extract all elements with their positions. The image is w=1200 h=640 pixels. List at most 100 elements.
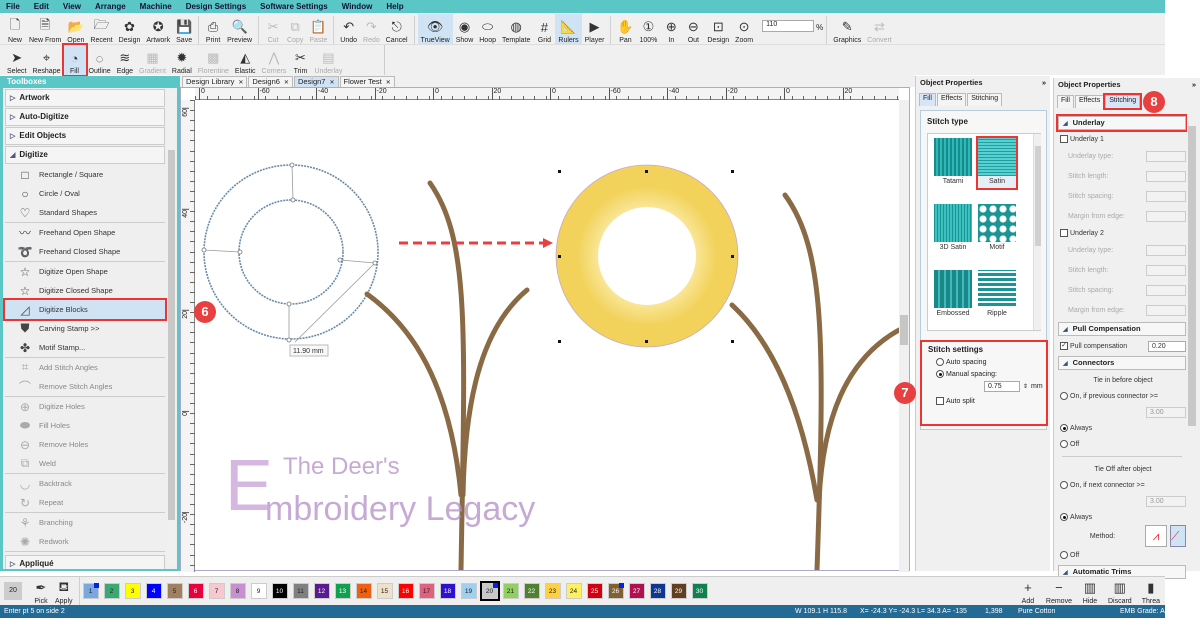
stitch-type-ripple[interactable]: Ripple [978, 270, 1016, 320]
elastic-button[interactable]: ◭ Elastic [232, 45, 259, 75]
underlay1-margin-from-edge-field[interactable] [1146, 210, 1186, 222]
doc-tab-design-library[interactable]: Design Library ✕ [182, 76, 248, 87]
tool-repeat[interactable]: ↻ Repeat [5, 493, 165, 512]
out-button[interactable]: ⊖ Out [682, 14, 704, 44]
radio-button[interactable] [1060, 513, 1068, 521]
select-button[interactable]: ➤ Select [4, 45, 29, 75]
tool-digitize-blocks[interactable]: ◿ Digitize Blocks [3, 298, 167, 321]
underlay2-underlay-type-field[interactable] [1146, 244, 1186, 256]
remove-thread-button[interactable]: − Remove [1041, 578, 1077, 605]
radio-button[interactable] [1060, 440, 1068, 448]
hoop-button[interactable]: ⬭ Hoop [476, 14, 499, 44]
close-icon[interactable]: ✕ [238, 80, 243, 86]
toolbox-section-edit-objects[interactable]: ▷ Edit Objects [5, 127, 165, 145]
toolboxes-scrollbar[interactable] [167, 90, 176, 566]
preview-button[interactable]: 🔍 Preview [224, 14, 255, 44]
zoom-level-select[interactable]: 110 [762, 20, 815, 32]
thread-color-14[interactable]: 14 [355, 583, 372, 599]
grid-button[interactable]: # Grid [533, 14, 555, 45]
thread-color-28[interactable]: 28 [649, 583, 666, 599]
thread-color-5[interactable]: 5 [166, 583, 183, 599]
tie-in-on-if-label-option[interactable]: On, if previous connector >= [1058, 388, 1186, 404]
recent-button[interactable]: 🗁 Recent [87, 14, 115, 44]
template-button[interactable]: ◍ Template [499, 14, 533, 44]
gallery-scrollbar[interactable] [1033, 134, 1041, 330]
cut-button[interactable]: ✂ Cut [262, 14, 284, 44]
rulers-button[interactable]: 📐 Rulers [555, 14, 582, 44]
thread-color-4[interactable]: 4 [145, 583, 162, 599]
collapse-chevron-icon[interactable]: » [1192, 78, 1196, 91]
thread-color-26[interactable]: 26 [607, 583, 624, 599]
tab-stitching[interactable]: Stitching [1103, 93, 1143, 110]
tie-off-value-input[interactable]: 3.00 [1146, 495, 1186, 507]
pan-button[interactable]: ✋ Pan [614, 14, 636, 44]
thread-color-9[interactable]: 9 [250, 583, 267, 599]
tool-digitize-holes[interactable]: ⊕ Digitize Holes [5, 397, 165, 416]
tie-in-value-input[interactable]: 3.00 [1146, 406, 1186, 418]
current-thread-swatch[interactable]: 20 [4, 582, 22, 600]
tool-remove-stitch-angles[interactable]: ⌒ Remove Stitch Angles [5, 377, 165, 396]
menu-arrange[interactable]: Arrange [95, 2, 126, 11]
tool-add-stitch-angles[interactable]: ⌗ Add Stitch Angles [5, 358, 165, 377]
underlay1-stitch-length-field[interactable] [1146, 170, 1186, 182]
tool-circle-oval[interactable]: ○ Circle / Oval [5, 184, 165, 203]
tie-off-method-zigzag-icon[interactable]: ⩘ [1145, 525, 1167, 547]
auto-split-checkbox[interactable]: Auto split [922, 392, 1046, 405]
thread-color-16[interactable]: 16 [397, 583, 414, 599]
radial-button[interactable]: ✹ Radial [169, 45, 195, 75]
redo-button[interactable]: ↷ Redo [360, 14, 383, 44]
tab-fill[interactable]: Fill [919, 93, 936, 106]
close-icon[interactable]: ✕ [284, 80, 289, 86]
underlay2-checkbox[interactable] [1060, 229, 1068, 237]
section-connectors[interactable]: ◢ Connectors [1058, 356, 1186, 370]
close-icon[interactable]: ✕ [386, 80, 391, 86]
tie-in-off-label-option[interactable]: Off [1058, 436, 1186, 452]
stitch-type-satin[interactable]: Satin [976, 136, 1018, 190]
add-thread-button[interactable]: + Add [1015, 578, 1041, 605]
outline-button[interactable]: ◌ Outline [86, 45, 114, 76]
paste-button[interactable]: 📋 Paste [306, 14, 330, 44]
spin-arrows-icon[interactable]: ⇕ [1023, 384, 1028, 390]
spacing-input[interactable]: 0.75 [984, 381, 1020, 392]
stitch-type-motif[interactable]: Motif [978, 204, 1016, 254]
section-pull-compensation[interactable]: ◢ Pull Compensation [1058, 322, 1186, 336]
thread-color-23[interactable]: 23 [544, 583, 561, 599]
thread-color-13[interactable]: 13 [334, 583, 351, 599]
canvas-vertical-scrollbar[interactable] [899, 100, 909, 572]
doc-tab-flower-test[interactable]: Flower Test ✕ [339, 76, 395, 87]
radio-button[interactable] [936, 370, 944, 378]
collapse-chevron-icon[interactable]: » [1042, 76, 1046, 89]
tie-off-off-label-option[interactable]: Off [1058, 547, 1186, 563]
copy-button[interactable]: ⧉ Copy [284, 14, 306, 44]
underlay1-checkbox[interactable] [1060, 135, 1068, 143]
section-underlay[interactable]: ◢ Underlay [1056, 114, 1188, 132]
print-button[interactable]: ⎙ Print [202, 14, 224, 44]
design-artwork[interactable]: 11.90 mm E The Deer's mbroidery Legacy [195, 100, 899, 570]
thread-color-15[interactable]: 15 [376, 583, 393, 599]
tool-fill-holes[interactable]: ⬬ Fill Holes [5, 416, 165, 435]
artwork-button[interactable]: ✪ Artwork [143, 14, 173, 44]
tool-digitize-closed-shape[interactable]: ☆ Digitize Closed Shape [5, 281, 165, 300]
threa-thread-button[interactable]: ▮ Threa [1137, 578, 1165, 605]
menu-help[interactable]: Help [386, 2, 403, 11]
underlay1-stitch-spacing-field[interactable] [1146, 190, 1186, 202]
underlay-button[interactable]: ▤ Underlay [311, 45, 345, 75]
tool-backtrack[interactable]: ◡ Backtrack [5, 474, 165, 493]
toolbox-section-applique[interactable]: ▷ Appliqué [5, 555, 165, 569]
doc-tab-design7[interactable]: Design7 ✕ [293, 76, 339, 87]
thread-color-22[interactable]: 22 [523, 583, 540, 599]
pull-compensation-checkbox[interactable]: ✓ [1060, 342, 1068, 350]
outline-ring-object[interactable] [201, 162, 379, 343]
scrollbar-thumb[interactable] [900, 315, 908, 345]
thread-color-11[interactable]: 11 [292, 583, 309, 599]
hide-thread-button[interactable]: ▥ Hide [1077, 578, 1103, 605]
florentine-button[interactable]: ▩ Florentine [195, 45, 232, 75]
stitch-type-tatami[interactable]: Tatami [934, 138, 972, 188]
tie-off-on-if-label-option[interactable]: On, if next connector >= [1058, 477, 1186, 493]
tab-stitching[interactable]: Stitching [967, 93, 1003, 106]
tool-standard-shapes[interactable]: ♡ Standard Shapes [5, 203, 165, 222]
thread-color-1[interactable]: 1 [82, 583, 99, 599]
panel-scrollbar[interactable] [1187, 114, 1197, 566]
in-button[interactable]: ⊕ In [660, 14, 682, 44]
menu-machine[interactable]: Machine [140, 2, 172, 11]
